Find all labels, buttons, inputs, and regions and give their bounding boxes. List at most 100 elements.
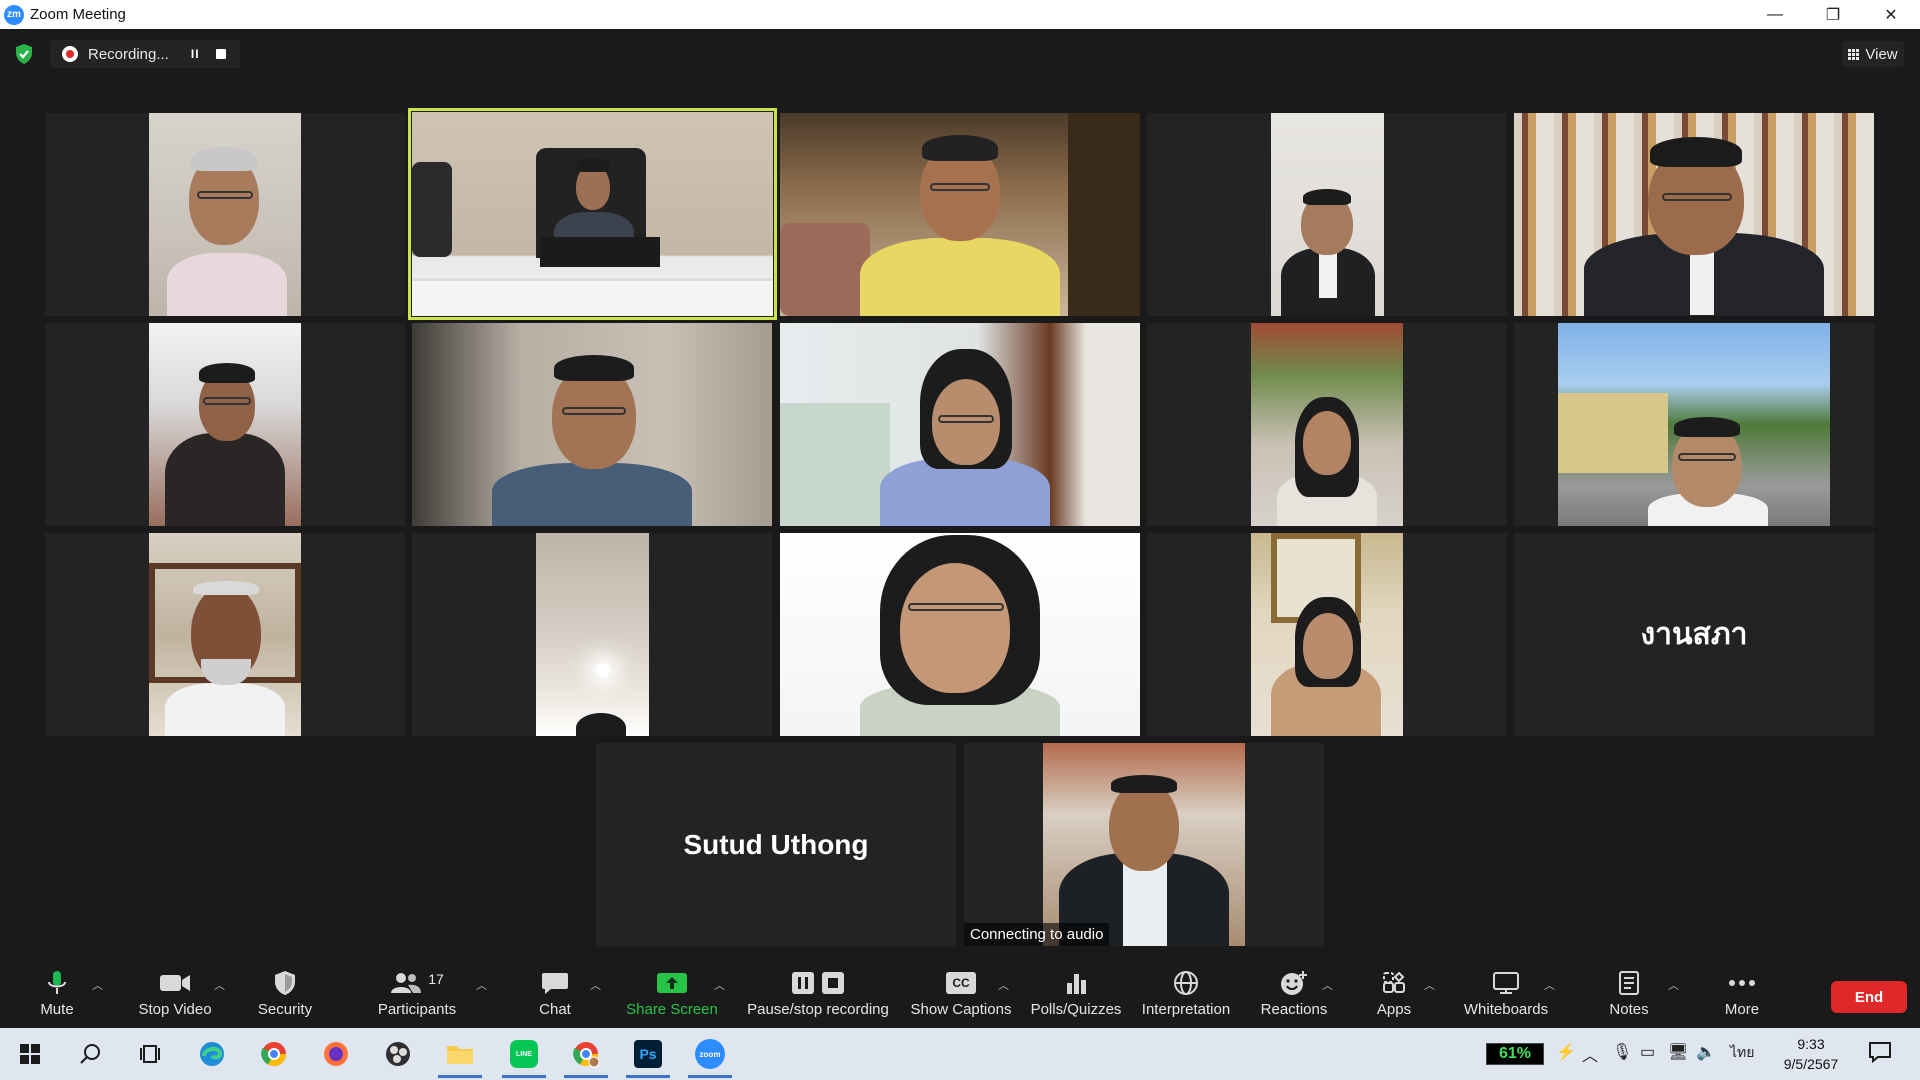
participant-video-tile[interactable] (45, 533, 405, 736)
recording-status-text: Recording... (88, 45, 169, 63)
chat-bubble-icon (542, 973, 568, 994)
stop-video-button[interactable]: Stop Video (130, 954, 220, 1028)
edge-browser-icon[interactable] (196, 1038, 228, 1070)
view-button[interactable]: View (1842, 41, 1904, 67)
network-tray-icon[interactable]: 🖥 (1668, 1042, 1688, 1062)
participant-video-tile[interactable] (412, 323, 772, 526)
restore-button[interactable]: ❐ (1804, 0, 1862, 29)
microphone-tray-icon[interactable]: 🎙 (1612, 1042, 1632, 1062)
participant-video (149, 323, 301, 526)
share-options-caret-icon[interactable]: ︿ (714, 977, 725, 993)
interpretation-button[interactable]: Interpretation (1136, 954, 1236, 1028)
photoshop-icon[interactable]: Ps (626, 1038, 670, 1078)
file-explorer-icon[interactable] (438, 1038, 482, 1078)
pause-stop-recording-button[interactable]: Pause/stop recording (742, 954, 894, 1028)
whiteboards-button[interactable]: Whiteboards (1456, 954, 1556, 1028)
chat-options-caret-icon[interactable]: ︿ (590, 977, 601, 993)
participants-label: Participants (377, 1001, 457, 1018)
apps-options-caret-icon[interactable]: ︿ (1424, 977, 1435, 993)
search-icon[interactable] (74, 1038, 106, 1070)
apps-button[interactable]: Apps (1362, 954, 1426, 1028)
windows-start-icon[interactable] (14, 1038, 46, 1070)
whiteboards-options-caret-icon[interactable]: ︿ (1544, 977, 1555, 993)
more-button[interactable]: More (1714, 954, 1770, 1028)
meeting-controls-toolbar: Mute ︿ Stop Video ︿ Security 17 Particip… (0, 954, 1920, 1028)
security-button[interactable]: Security (250, 954, 320, 1028)
pause-icon (792, 972, 814, 994)
notification-center-icon[interactable] (1868, 1040, 1892, 1069)
chrome-browser-icon[interactable] (258, 1038, 290, 1070)
mute-button[interactable]: Mute (27, 954, 87, 1028)
stop-recording-icon[interactable] (215, 49, 226, 59)
recording-indicator: Recording... II (50, 40, 240, 68)
participant-video-tile[interactable] (1514, 113, 1874, 316)
reactions-options-caret-icon[interactable]: ︿ (1322, 977, 1333, 993)
taskbar-clock[interactable]: 9:33 9/5/2567 (1766, 1034, 1856, 1074)
participant-video (536, 533, 649, 736)
participant-video-tile[interactable] (1147, 113, 1507, 316)
minimize-button[interactable]: — (1746, 0, 1804, 29)
notes-button[interactable]: Notes (1602, 954, 1656, 1028)
participant-name: งานสภา (1640, 618, 1748, 651)
participant-video (780, 533, 1140, 736)
meeting-top-bar: Recording... II View (0, 29, 1920, 78)
participant-video-tile[interactable] (45, 113, 405, 316)
zoom-taskbar-icon[interactable]: zoom (688, 1038, 732, 1078)
participant-video (412, 112, 773, 316)
security-label: Security (257, 1001, 313, 1018)
participant-video-tile[interactable] (45, 323, 405, 526)
show-hidden-icons-chevron[interactable]: ︿ (1582, 1042, 1598, 1066)
participant-video (1251, 533, 1403, 736)
window-controls: — ❐ ✕ (1746, 0, 1920, 29)
participants-options-caret-icon[interactable]: ︿ (476, 977, 487, 993)
participant-video-tile[interactable] (1147, 533, 1507, 736)
participant-video (1558, 323, 1830, 526)
volume-tray-icon[interactable]: 🔈 (1696, 1042, 1716, 1062)
share-screen-button[interactable]: Share Screen (624, 954, 720, 1028)
participant-video-tile[interactable] (412, 533, 772, 736)
video-options-caret-icon[interactable]: ︿ (214, 977, 225, 993)
more-dots-icon (1729, 980, 1755, 986)
power-plug-icon[interactable]: ⚡ (1556, 1042, 1576, 1062)
participants-icon (391, 973, 422, 993)
participant-name-tile[interactable]: งานสภา (1514, 533, 1874, 736)
participant-video (149, 113, 301, 316)
smiley-plus-icon (1281, 971, 1307, 995)
battery-tray-icon[interactable]: ▭ (1640, 1042, 1655, 1062)
participant-video (412, 323, 772, 526)
pause-recording-icon[interactable]: II (191, 47, 200, 61)
task-view-icon[interactable] (134, 1038, 166, 1070)
notes-options-caret-icon[interactable]: ︿ (1668, 977, 1679, 993)
participant-name-tile[interactable]: Sutud Uthong (596, 743, 956, 946)
battery-percentage-badge[interactable]: 61% (1486, 1043, 1544, 1065)
participants-button[interactable]: 17 Participants (372, 954, 462, 1028)
end-meeting-button[interactable]: End (1831, 981, 1907, 1013)
audio-options-caret-icon[interactable]: ︿ (92, 977, 103, 993)
notes-icon (1619, 971, 1639, 995)
participant-video-tile[interactable] (780, 533, 1140, 736)
share-screen-arrow-icon (657, 973, 687, 993)
participant-video-tile[interactable] (1147, 323, 1507, 526)
participant-video-tile[interactable] (1514, 323, 1874, 526)
chat-button[interactable]: Chat (522, 954, 588, 1028)
close-button[interactable]: ✕ (1862, 0, 1920, 29)
stop-icon (822, 972, 844, 994)
participant-video-tile[interactable] (780, 323, 1140, 526)
polls-quizzes-button[interactable]: Polls/Quizzes (1028, 954, 1124, 1028)
window-title: Zoom Meeting (30, 6, 126, 23)
active-speaker-video-tile[interactable] (408, 108, 777, 320)
participant-video-tile[interactable] (780, 113, 1140, 316)
firefox-browser-icon[interactable] (320, 1038, 352, 1070)
shield-check-icon[interactable] (14, 43, 34, 65)
obs-studio-icon[interactable] (382, 1038, 414, 1070)
apps-label: Apps (1376, 1001, 1412, 1018)
video-camera-icon (160, 975, 190, 991)
reactions-label: Reactions (1260, 1001, 1328, 1018)
shield-icon (275, 971, 295, 995)
recording-dot-icon (62, 46, 78, 62)
chrome-profile-icon[interactable] (564, 1038, 608, 1078)
participant-video-tile[interactable]: Connecting to audio (964, 743, 1324, 946)
input-language-indicator[interactable]: ไทย (1730, 1042, 1754, 1064)
captions-options-caret-icon[interactable]: ︿ (998, 977, 1009, 993)
line-app-icon[interactable]: LINE (502, 1038, 546, 1078)
